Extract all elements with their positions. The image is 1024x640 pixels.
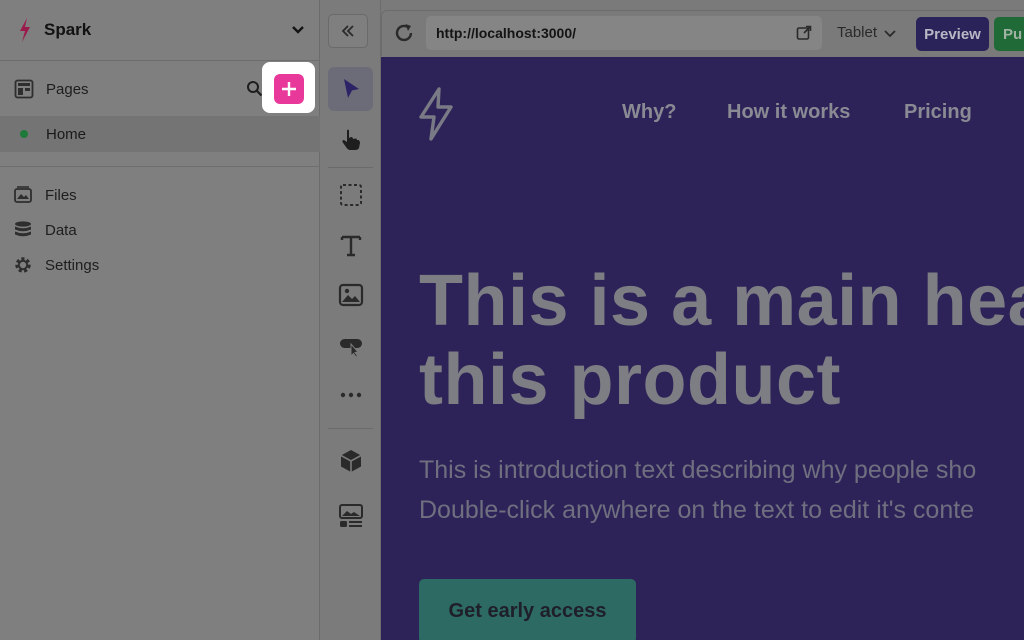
- media-section-tool[interactable]: [328, 494, 373, 538]
- text-icon: [340, 235, 361, 257]
- reload-icon[interactable]: [393, 22, 415, 44]
- site-nav-pricing[interactable]: Pricing: [904, 101, 972, 124]
- hand-pan-icon: [341, 129, 360, 150]
- search-icon[interactable]: [246, 80, 263, 97]
- site-nav-why[interactable]: Why?: [622, 101, 676, 124]
- more-tools-button[interactable]: [328, 373, 373, 417]
- plus-icon: [282, 82, 296, 96]
- chevron-down-icon[interactable]: [290, 22, 306, 38]
- more-dots-icon: [340, 392, 361, 398]
- hero-headline-line: This is a main hea: [419, 261, 1024, 341]
- publish-button[interactable]: Pu: [994, 17, 1024, 51]
- pages-label: Pages: [46, 80, 89, 98]
- url-field[interactable]: http://localhost:3000/: [426, 16, 822, 50]
- hero-headline-line: this product: [419, 340, 841, 420]
- page-status-dot: [20, 130, 28, 138]
- sidebar-divider: [0, 166, 320, 167]
- sidebar-item-files[interactable]: Files: [0, 178, 320, 212]
- hero-intro-text[interactable]: This is introduction text describing why…: [419, 450, 976, 530]
- image-tool[interactable]: [328, 273, 373, 317]
- text-tool[interactable]: [328, 223, 373, 267]
- hero-headline[interactable]: This is a main hea this product: [419, 262, 1024, 420]
- site-canvas[interactable]: Why? How it works Pricing This is a main…: [381, 57, 1024, 640]
- sidebar-item-label: Data: [45, 221, 77, 239]
- select-tool[interactable]: [328, 67, 373, 111]
- hand-tool[interactable]: [328, 117, 373, 161]
- sidebar-item-label: Files: [45, 186, 77, 204]
- button-pointer-icon: [339, 339, 362, 358]
- spark-logo-icon: [20, 18, 30, 42]
- media-layout-icon: [338, 504, 363, 527]
- add-page-button[interactable]: [274, 74, 304, 104]
- sidebar-item-settings[interactable]: Settings: [0, 248, 320, 282]
- open-external-icon[interactable]: [796, 25, 812, 41]
- box-tool[interactable]: [328, 173, 373, 217]
- image-icon: [338, 283, 363, 307]
- button-tool[interactable]: [328, 323, 373, 367]
- page-item-home[interactable]: Home: [0, 116, 320, 152]
- chevron-down-icon: [884, 29, 896, 37]
- component-cube-icon: [340, 450, 361, 472]
- device-select[interactable]: Tablet: [837, 24, 897, 41]
- hero-intro-line: This is introduction text describing why…: [419, 456, 977, 484]
- files-icon: [14, 186, 32, 203]
- gear-icon: [15, 257, 31, 273]
- marquee-box-icon: [339, 184, 362, 206]
- sidebar-item-label: Settings: [45, 256, 100, 274]
- project-switcher[interactable]: Spark: [0, 0, 320, 61]
- sidebar-item-data[interactable]: Data: [0, 213, 320, 247]
- page-item-label: Home: [46, 125, 87, 143]
- lightning-logo-icon: [419, 87, 453, 141]
- hero-intro-line: Double-click anywhere on the text to edi…: [419, 496, 975, 524]
- tool-bar: [320, 0, 381, 640]
- select-arrow-icon: [343, 79, 359, 98]
- collapse-panel-button[interactable]: [328, 14, 368, 48]
- preview-button[interactable]: Preview: [916, 17, 989, 51]
- cta-button[interactable]: Get early access: [419, 579, 636, 640]
- toolbar-divider: [328, 167, 373, 168]
- device-label: Tablet: [837, 24, 878, 41]
- toolbar-divider: [328, 428, 373, 429]
- pages-icon: [14, 79, 34, 99]
- project-name: Spark: [44, 20, 92, 39]
- site-nav-how-it-works[interactable]: How it works: [727, 101, 850, 124]
- double-chevron-left-icon: [341, 25, 354, 37]
- database-icon: [15, 221, 31, 237]
- component-tool[interactable]: [328, 439, 373, 483]
